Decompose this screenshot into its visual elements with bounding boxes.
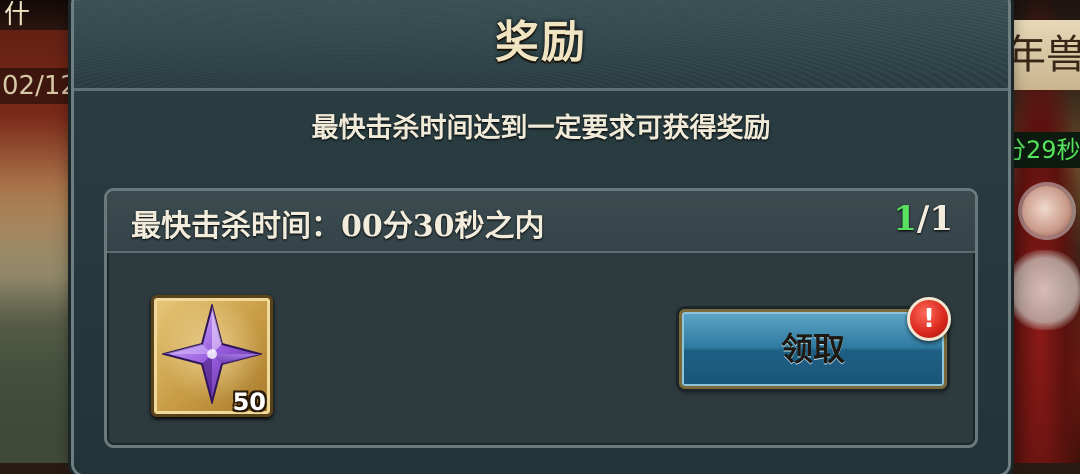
- background-timer-label: 分29秒: [1000, 132, 1080, 168]
- reward-progress: 1/1: [893, 199, 953, 239]
- background-date-label: 02/12: [0, 68, 72, 104]
- claim-button-label: 领取: [780, 330, 845, 368]
- reward-dialog: 奖励 最快击杀时间达到一定要求可获得奖励 最快击杀时间：00分30秒之内 1/1: [74, 0, 1008, 474]
- reward-card-header: 最快击杀时间：00分30秒之内 1/1: [107, 191, 975, 253]
- progress-current: 1: [893, 199, 917, 239]
- reward-item-slot[interactable]: 50: [151, 295, 273, 417]
- background-character-fur: [1010, 250, 1080, 330]
- progress-separator: /: [916, 199, 930, 239]
- dialog-subtitle: 最快击杀时间达到一定要求可获得奖励: [311, 113, 771, 144]
- dialog-header: 奖励: [74, 0, 1008, 91]
- reward-condition: 最快击杀时间：00分30秒之内: [131, 209, 545, 244]
- dialog-title: 奖励: [495, 17, 587, 68]
- alert-badge-icon: !: [907, 297, 951, 341]
- background-right-scene: 年兽 分29秒: [1000, 0, 1080, 463]
- item-count: 50: [232, 388, 266, 416]
- background-character-face: [1022, 186, 1072, 236]
- background-left-text: 什: [4, 0, 31, 30]
- background-boss-title: 年兽: [1000, 20, 1080, 90]
- reward-card: 最快击杀时间：00分30秒之内 1/1 50 领取 !: [104, 188, 978, 448]
- progress-total: 1: [929, 199, 953, 239]
